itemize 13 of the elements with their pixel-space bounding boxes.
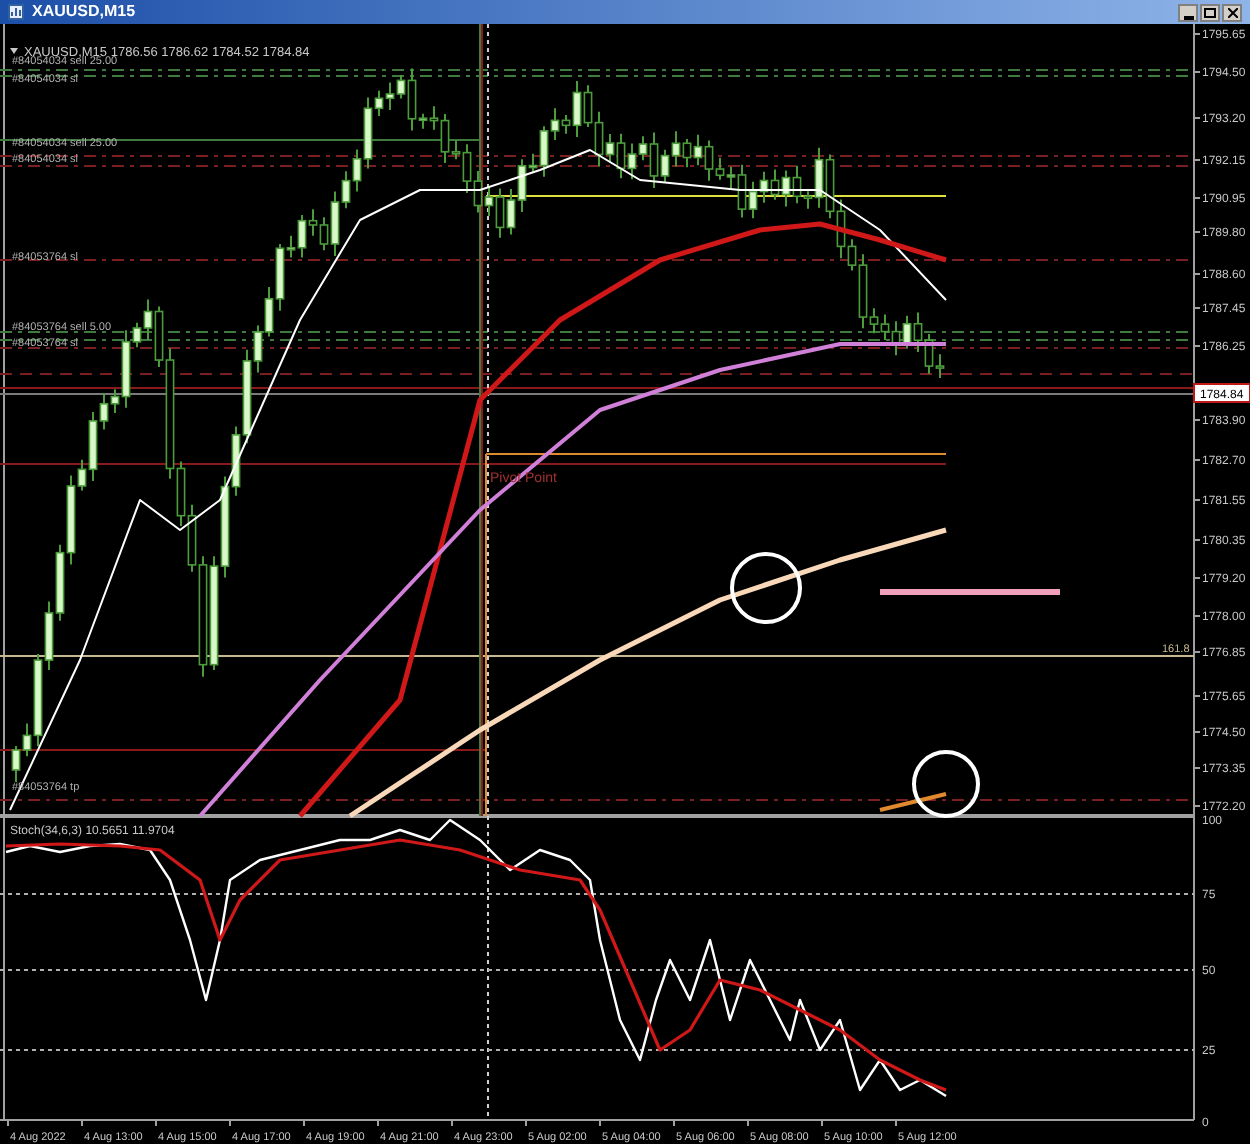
close-button[interactable] — [1222, 3, 1242, 21]
highlight-circle — [912, 750, 980, 818]
dropdown-arrow-icon[interactable] — [10, 48, 18, 54]
restore-icon — [1204, 7, 1216, 17]
trend-line — [879, 792, 947, 812]
chart-window-icon — [8, 4, 24, 20]
close-icon — [1227, 7, 1237, 17]
minimize-button[interactable] — [1178, 3, 1198, 21]
restore-button[interactable] — [1200, 3, 1220, 21]
current-price-tag — [1193, 383, 1250, 403]
minimize-icon — [1183, 15, 1193, 19]
window-title: XAUUSD,M15 — [32, 4, 136, 20]
highlight-circle — [730, 552, 802, 624]
